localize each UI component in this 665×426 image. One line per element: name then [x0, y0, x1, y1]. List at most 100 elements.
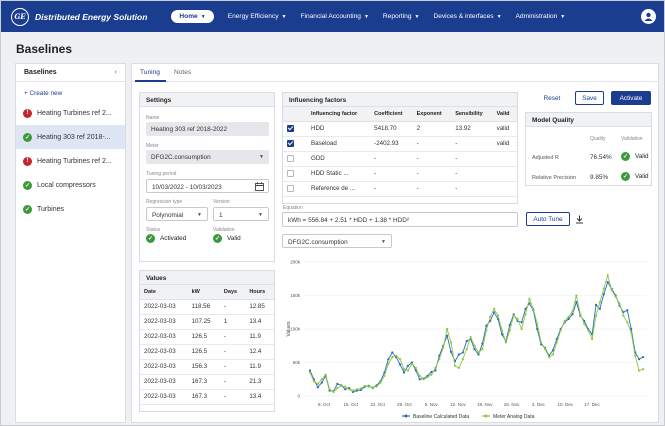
data-point-meter — [555, 341, 558, 344]
sidebar-item-heating-303[interactable]: ✓ Heating 303 ref 2018-... — [16, 125, 125, 149]
collapse-chevron-icon[interactable]: ‹ — [115, 69, 117, 76]
values-cell: 12.85 — [245, 299, 274, 315]
version-select[interactable]: 1 ▼ — [213, 207, 269, 221]
meter-value: DFG2C.consumption — [151, 154, 211, 161]
factor-coef-cell: - — [370, 166, 413, 182]
data-point-baseline — [449, 350, 453, 353]
validation-label: Validation — [213, 227, 235, 233]
factor-row[interactable]: Baseload -2402.93- - valid — [283, 136, 517, 152]
factor-checkbox[interactable] — [287, 154, 294, 162]
tab-tuning[interactable]: Tuning — [140, 69, 160, 76]
x-tick-label: 22. Oct — [370, 402, 385, 407]
data-point-meter — [391, 356, 394, 359]
activate-button[interactable]: Activate — [611, 91, 651, 105]
column-header: Influencing factor — [307, 107, 371, 122]
nav-home[interactable]: Home ▼ — [171, 10, 214, 23]
data-point-meter — [363, 384, 366, 387]
data-point-meter — [528, 297, 531, 300]
regression-type-select[interactable]: Polynomial ▼ — [146, 207, 208, 221]
factor-row[interactable]: GDD - - - — [283, 151, 517, 167]
sidebar-item-heating-turbines-1[interactable]: ! Heating Turbines ref 2... — [16, 101, 125, 125]
chart-meter-value: DFG2C.consumption — [288, 239, 348, 246]
sidebar-item-heating-turbines-2[interactable]: ! Heating Turbines ref 2... — [16, 149, 125, 173]
tuning-period-input[interactable]: 10/03/2022 - 10/03/2023 — [146, 179, 269, 193]
sidebar-item-turbines[interactable]: ✓ Turbines — [16, 197, 125, 221]
factor-checkbox[interactable] — [287, 139, 294, 147]
legend-meter-marker — [484, 414, 488, 418]
tab-notes[interactable]: Notes — [174, 69, 191, 76]
data-point-baseline — [571, 313, 574, 316]
x-tick-label: 10. Dec — [557, 402, 573, 407]
adjusted-r-validation: ✓ Valid — [621, 152, 649, 161]
meter-select[interactable]: DFG2C.consumption ▼ — [146, 150, 269, 164]
nav-energy-efficiency[interactable]: Energy Efficiency ▼ — [228, 13, 287, 20]
data-point-meter — [544, 348, 547, 351]
name-field[interactable]: Heating 303 ref 2018-2022 — [146, 122, 269, 136]
save-button[interactable]: Save — [575, 91, 604, 105]
download-icon[interactable] — [575, 215, 584, 224]
data-point-meter — [587, 329, 590, 332]
y-axis-label: Values — [286, 321, 292, 336]
chart-meter-select[interactable]: DFG2C.consumption ▼ — [282, 234, 392, 248]
factor-checkbox[interactable] — [287, 169, 294, 177]
data-point-meter — [540, 341, 543, 344]
status-text: Activated — [160, 235, 187, 242]
data-point-meter — [638, 369, 641, 372]
values-cell: 156.3 — [187, 359, 220, 375]
baselines-sidebar: Baselines ‹ + Create new ! Heating Turbin… — [15, 63, 126, 423]
values-row: 2022-03-03 118.56-12.85 — [140, 299, 274, 315]
values-panel: Values Date kW Days Hours 2022-03-03 118.… — [139, 270, 275, 412]
data-point-meter — [367, 385, 370, 388]
data-point-meter — [379, 381, 382, 384]
data-point-meter — [516, 317, 519, 321]
nav-administration[interactable]: Administration ▼ — [516, 13, 566, 20]
factor-coef-cell: - — [370, 181, 413, 197]
nav-reporting[interactable]: Reporting ▼ — [383, 13, 420, 20]
data-point-meter — [594, 314, 598, 317]
model-quality-panel: Model Quality Quality Validation Adjuste… — [525, 112, 652, 186]
factor-row[interactable]: Reference de ... - - - — [283, 181, 517, 197]
version-label: Version — [213, 199, 230, 205]
factor-row[interactable]: HDD Static ... - - - — [283, 166, 517, 182]
auto-tune-button[interactable]: Auto Tune — [526, 212, 570, 226]
factor-checkbox[interactable] — [287, 184, 294, 192]
factor-name-cell: HDD Static ... — [307, 166, 371, 182]
settings-title: Settings — [140, 93, 274, 107]
values-cell: 2022-03-03 — [140, 374, 188, 390]
factor-sens-cell: 13.92 — [451, 121, 493, 137]
values-cell: 2022-03-03 — [140, 329, 188, 345]
error-icon: ! — [23, 156, 32, 166]
data-point-meter — [442, 346, 445, 349]
equation-input[interactable]: kWh = 556.84 + 2.51 * HDD + 1.38 * HDD² — [282, 212, 518, 227]
reset-button[interactable]: Reset — [536, 91, 568, 105]
values-cell: 2022-03-03 — [140, 389, 188, 405]
sidebar-item-local-compressors[interactable]: ✓ Local compressors — [16, 173, 125, 197]
values-row: 2022-03-03 167.3-21.3 — [140, 374, 274, 390]
data-point-meter — [602, 287, 605, 290]
data-point-meter — [328, 388, 331, 391]
nav-devices-interfaces[interactable]: Devices & interfaces ▼ — [433, 13, 501, 20]
nav-financial-accounting[interactable]: Financial Accounting ▼ — [300, 13, 368, 20]
create-new-link[interactable]: + Create new — [16, 82, 125, 101]
legend-baseline-label[interactable]: Baseline Calculated Data — [413, 414, 469, 420]
data-point-meter — [422, 378, 425, 381]
calendar-icon[interactable] — [255, 182, 264, 191]
factor-checkbox[interactable] — [287, 124, 294, 132]
factor-checkbox-cell — [283, 136, 307, 152]
user-avatar-icon[interactable] — [641, 9, 656, 24]
factor-valid-cell: valid — [492, 136, 517, 152]
data-point-meter — [375, 385, 378, 388]
x-tick-label: 12. Nov — [450, 402, 466, 407]
factor-row[interactable]: HDD 5418.70 2 13.92 valid — [283, 121, 517, 137]
data-point-meter — [453, 364, 457, 367]
data-point-meter — [630, 331, 633, 334]
chevron-down-icon: ▼ — [281, 13, 287, 20]
validation-column-header: Validation — [621, 136, 643, 142]
data-point-meter — [626, 321, 629, 324]
values-cell: 13.4 — [245, 314, 274, 330]
column-header: kW — [187, 285, 220, 300]
influencing-factors-title: Influencing factors — [283, 93, 517, 107]
legend-meter-label[interactable]: Meter Analog Data — [493, 414, 535, 420]
model-quality-title: Model Quality — [526, 113, 651, 127]
data-point-meter — [606, 274, 609, 277]
